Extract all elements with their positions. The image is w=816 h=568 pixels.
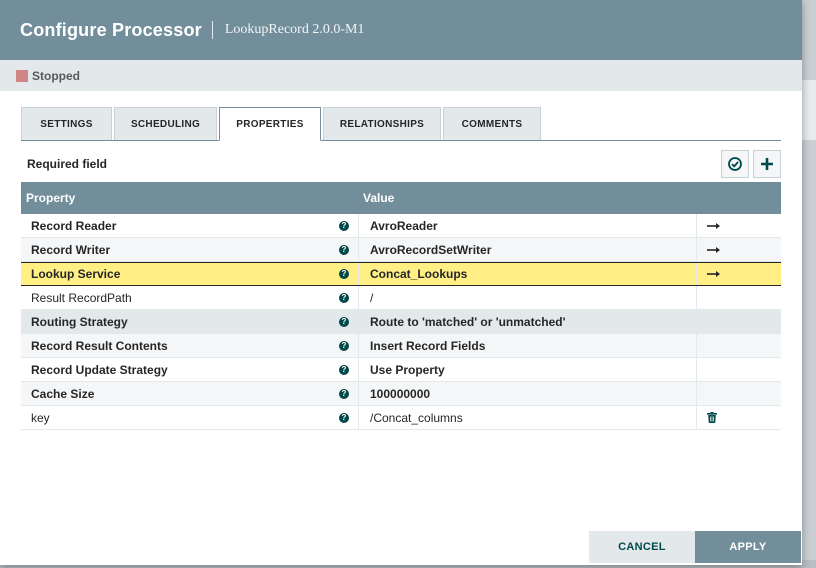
trash-icon[interactable] [707,412,717,423]
cancel-button[interactable]: CANCEL [589,531,695,563]
property-name: Cache Size [31,386,95,401]
header-value: Value [363,191,395,205]
go-to-arrow-icon[interactable] [707,222,721,230]
property-name-cell: Lookup Service ? [21,263,359,285]
table-row[interactable]: Routing Strategy ? Route to 'matched' or… [21,310,781,334]
property-value[interactable]: /Concat_columns [359,406,697,429]
property-name: Record Writer [31,242,111,257]
dialog-subtitle: LookupRecord 2.0.0-M1 [224,22,365,37]
help-icon[interactable]: ? [339,388,349,399]
tab-bar: SETTINGS SCHEDULING PROPERTIES RELATIONS… [21,107,543,141]
action-cell [697,334,781,357]
help-icon[interactable]: ? [339,340,349,351]
property-name-cell: key ? [21,406,359,429]
property-name: Record Reader [31,218,117,233]
tab-comments[interactable]: COMMENTS [443,107,541,140]
action-cell [697,263,781,285]
action-cell [697,310,781,333]
property-name: Record Update Strategy [31,362,168,377]
property-name-cell: Record Result Contents ? [21,334,359,357]
table-row[interactable]: Cache Size ? 100000000 [21,382,781,406]
action-cell [697,214,781,237]
property-name: Result RecordPath [31,290,132,305]
tab-relationships[interactable]: RELATIONSHIPS [323,107,441,140]
property-value[interactable]: AvroReader [359,214,697,237]
title-separator [211,21,213,39]
property-value[interactable]: AvroRecordSetWriter [359,238,697,261]
table-row[interactable]: Record Result Contents ? Insert Record F… [21,334,781,358]
help-icon[interactable]: ? [339,244,349,255]
property-name-cell: Record Reader ? [21,214,359,237]
status-bar: Stopped [0,60,802,91]
property-name: Lookup Service [31,267,121,281]
help-icon[interactable]: ? [339,269,349,279]
apply-button[interactable]: APPLY [695,531,801,563]
tab-properties[interactable]: PROPERTIES [219,107,321,141]
property-value[interactable]: Concat_Lookups [359,263,697,285]
status-label: Stopped [32,68,80,83]
verify-properties-button[interactable] [721,150,749,178]
property-name: key [31,410,50,425]
action-cell [697,238,781,261]
stopped-icon [16,69,28,82]
property-value[interactable]: 100000000 [359,382,697,405]
backdrop-panel [800,80,816,140]
table-row[interactable]: key ? /Concat_columns [21,406,781,430]
table-header: Property Value [21,182,781,214]
header-property: Property [26,191,76,205]
table-row[interactable]: Result RecordPath ? / [21,286,781,310]
help-icon[interactable]: ? [339,364,349,375]
table-row[interactable]: Record Reader ? AvroReader [21,214,781,238]
go-to-arrow-icon[interactable] [707,246,721,254]
property-value[interactable]: / [359,286,697,309]
required-field-label: Required field [27,157,108,171]
plus-icon [761,158,773,170]
property-name: Record Result Contents [31,338,168,353]
action-cell [697,286,781,309]
property-name-cell: Cache Size ? [21,382,359,405]
help-icon[interactable]: ? [339,412,349,423]
dialog-header: Configure Processor LookupRecord 2.0.0-M… [0,0,802,60]
property-value[interactable]: Insert Record Fields [359,334,697,357]
tab-settings[interactable]: SETTINGS [21,107,112,140]
help-icon[interactable]: ? [339,316,349,327]
tab-underline [21,140,781,141]
property-name-cell: Routing Strategy ? [21,310,359,333]
action-cell [697,406,781,429]
go-to-arrow-icon[interactable] [707,270,721,278]
table-row[interactable]: Record Update Strategy ? Use Property [21,358,781,382]
check-circle-icon [728,157,742,171]
add-property-button[interactable] [753,150,781,178]
property-name: Routing Strategy [31,314,128,329]
property-name-cell: Record Update Strategy ? [21,358,359,381]
tab-scheduling[interactable]: SCHEDULING [114,107,217,140]
property-value[interactable]: Use Property [359,358,697,381]
properties-table: Property Value Record Reader ? AvroReade… [21,182,781,430]
configure-processor-dialog: Configure Processor LookupRecord 2.0.0-M… [0,0,802,565]
action-cell [697,382,781,405]
action-cell [697,358,781,381]
dialog-title: Configure Processor [20,19,202,40]
help-icon[interactable]: ? [339,292,349,303]
table-row[interactable]: Record Writer ? AvroRecordSetWriter [21,238,781,262]
property-value[interactable]: Route to 'matched' or 'unmatched' [359,310,697,333]
table-row-selected[interactable]: Lookup Service ? Concat_Lookups [21,262,781,286]
property-name-cell: Record Writer ? [21,238,359,261]
help-icon[interactable]: ? [339,220,349,231]
property-name-cell: Result RecordPath ? [21,286,359,309]
